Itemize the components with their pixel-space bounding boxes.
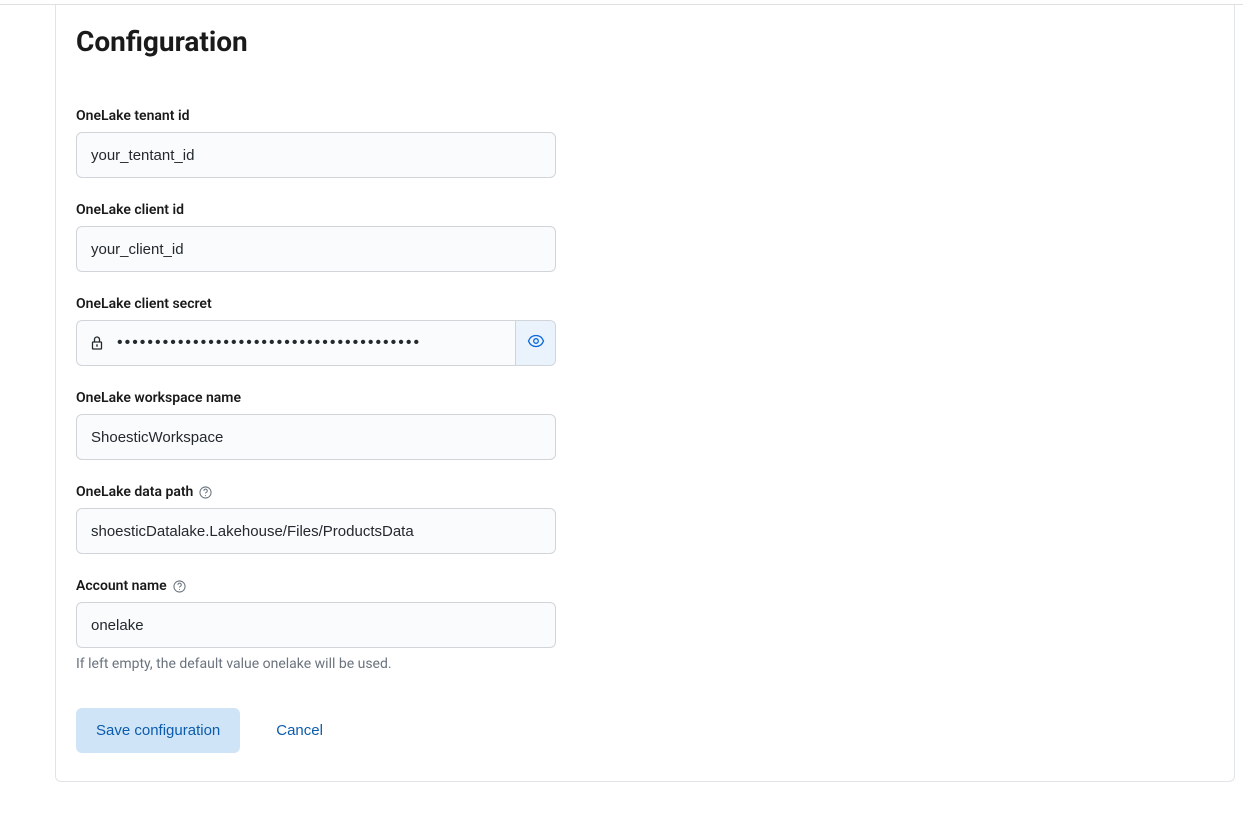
help-icon[interactable]: [199, 485, 213, 499]
eye-icon: [527, 332, 545, 354]
help-icon[interactable]: [172, 579, 186, 593]
field-account-name: Account name If left empty, the default …: [76, 578, 556, 672]
lock-icon: [77, 321, 117, 365]
label-account-name: Account name: [76, 578, 556, 594]
input-account-name[interactable]: [76, 602, 556, 648]
field-client-id: OneLake client id: [76, 202, 556, 272]
input-client-secret[interactable]: [117, 321, 515, 365]
button-row: Save configuration Cancel: [76, 708, 1214, 753]
field-tenant-id: OneLake tenant id: [76, 108, 556, 178]
cancel-button[interactable]: Cancel: [276, 722, 323, 739]
input-data-path[interactable]: [76, 508, 556, 554]
field-workspace-name: OneLake workspace name: [76, 390, 556, 460]
configuration-card: Configuration OneLake tenant id OneLake …: [55, 5, 1235, 782]
input-tenant-id[interactable]: [76, 132, 556, 178]
label-client-id: OneLake client id: [76, 202, 556, 218]
label-client-secret: OneLake client secret: [76, 296, 556, 312]
input-workspace-name[interactable]: [76, 414, 556, 460]
label-workspace-name: OneLake workspace name: [76, 390, 556, 406]
secret-input-wrapper: [76, 320, 556, 366]
field-data-path: OneLake data path: [76, 484, 556, 554]
help-text-account-name: If left empty, the default value onelake…: [76, 656, 556, 672]
label-data-path: OneLake data path: [76, 484, 556, 500]
label-tenant-id: OneLake tenant id: [76, 108, 556, 124]
reveal-secret-button[interactable]: [515, 321, 555, 365]
save-button[interactable]: Save configuration: [76, 708, 240, 753]
input-client-id[interactable]: [76, 226, 556, 272]
field-client-secret: OneLake client secret: [76, 296, 556, 366]
page-title: Configuration: [76, 25, 1214, 58]
